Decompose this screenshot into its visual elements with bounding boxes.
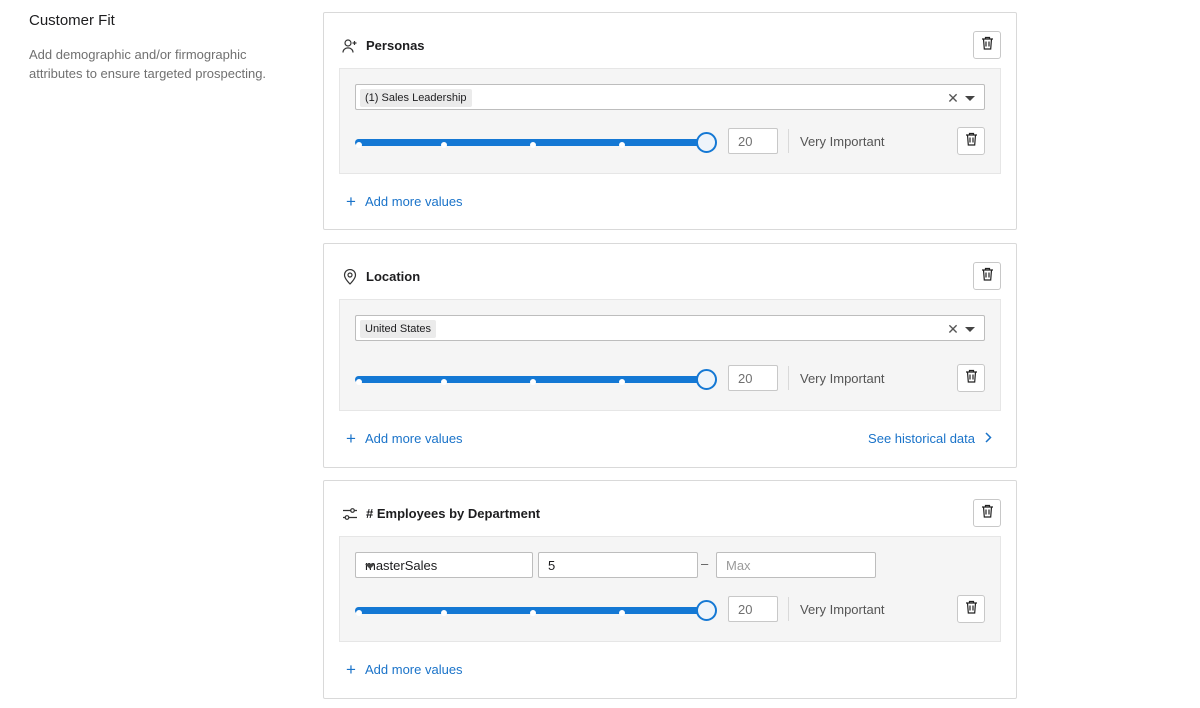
- location-select[interactable]: United States ✕: [355, 315, 985, 341]
- personas-value-panel: (1) Sales Leadership ✕ Very Important: [339, 68, 1001, 174]
- plus-icon: +: [346, 659, 356, 679]
- importance-slider[interactable]: [355, 369, 717, 390]
- slider-tick: [441, 378, 447, 385]
- trash-icon: [981, 504, 994, 523]
- importance-label: Very Important: [800, 602, 885, 617]
- add-more-values-link[interactable]: + Add more values: [345, 428, 463, 448]
- slider-thumb[interactable]: [696, 600, 717, 621]
- chevron-right-icon: [985, 431, 992, 446]
- trash-icon: [981, 36, 994, 55]
- employees-card-header: # Employees by Department: [341, 499, 1001, 529]
- add-more-label: Add more values: [365, 194, 463, 209]
- divider: [788, 597, 789, 621]
- slider-tick: [530, 378, 536, 385]
- importance-label: Very Important: [800, 134, 885, 149]
- person-add-icon: [341, 37, 359, 55]
- slider-tick: [441, 609, 447, 616]
- chevron-down-icon: [365, 564, 375, 569]
- department-value: masterSales: [365, 558, 438, 573]
- slider-thumb[interactable]: [696, 132, 717, 153]
- plus-icon: +: [346, 428, 356, 448]
- slider-tick: [619, 609, 625, 616]
- location-weight-row: Very Important: [355, 364, 985, 393]
- weight-input[interactable]: [728, 128, 778, 154]
- delete-personas-button[interactable]: [973, 31, 1001, 59]
- importance-label: Very Important: [800, 371, 885, 386]
- slider-tick: [530, 141, 536, 148]
- location-card: Location United States ✕ 20 Very Importa…: [323, 243, 1017, 468]
- divider: [788, 366, 789, 390]
- add-more-values-link[interactable]: + Add more values: [345, 659, 463, 679]
- section-description: Add demographic and/or firmographic attr…: [29, 47, 267, 81]
- add-more-values-link[interactable]: + Add more values: [345, 191, 463, 211]
- clear-icon[interactable]: ✕: [946, 320, 960, 338]
- section-title: Customer Fit: [29, 12, 115, 29]
- department-select[interactable]: masterSales: [355, 552, 533, 578]
- slider-tick: [619, 378, 625, 385]
- plus-icon: +: [346, 191, 356, 211]
- selected-tag: (1) Sales Leadership: [360, 89, 472, 107]
- trash-icon: [965, 369, 978, 388]
- employees-value-panel: masterSales – Very Important: [339, 536, 1001, 642]
- employees-card: # Employees by Department masterSales –: [323, 480, 1017, 699]
- divider: [788, 129, 789, 153]
- range-separator: –: [701, 556, 709, 571]
- min-employees-input[interactable]: [538, 552, 698, 578]
- personas-weight-row: Very Important: [355, 127, 985, 156]
- sliders-icon: [341, 505, 359, 523]
- delete-employees-button[interactable]: [973, 499, 1001, 527]
- see-historical-data-link[interactable]: See historical data: [868, 431, 992, 446]
- location-value-panel: United States ✕ Very Important: [339, 299, 1001, 411]
- trash-icon: [965, 600, 978, 619]
- weight-input[interactable]: [728, 596, 778, 622]
- selected-tag: United States: [360, 320, 437, 338]
- delete-value-button[interactable]: [957, 364, 985, 392]
- slider-track: [355, 139, 707, 148]
- slider-track: [355, 607, 707, 616]
- employees-title: # Employees by Department: [366, 506, 541, 521]
- personas-card: Personas (1) Sales Leadership ✕ 20 Very …: [323, 12, 1017, 230]
- delete-location-button[interactable]: [973, 262, 1001, 290]
- slider-thumb[interactable]: [696, 369, 717, 390]
- weight-input[interactable]: [728, 365, 778, 391]
- add-more-label: Add more values: [365, 662, 463, 677]
- slider-tick: [441, 141, 447, 148]
- importance-slider[interactable]: [355, 600, 717, 621]
- slider-track: [355, 376, 707, 385]
- location-card-header: Location: [341, 262, 1001, 292]
- employees-weight-row: Very Important: [355, 595, 985, 624]
- trash-icon: [965, 132, 978, 151]
- personas-select[interactable]: (1) Sales Leadership ✕: [355, 84, 985, 110]
- historical-label: See historical data: [868, 431, 975, 446]
- location-title: Location: [366, 269, 421, 284]
- delete-value-button[interactable]: [957, 595, 985, 623]
- slider-tick: [356, 609, 362, 616]
- add-more-label: Add more values: [365, 431, 463, 446]
- slider-tick: [619, 141, 625, 148]
- chevron-down-icon[interactable]: [965, 96, 975, 101]
- personas-title: Personas: [366, 38, 425, 53]
- trash-icon: [981, 267, 994, 286]
- clear-icon[interactable]: ✕: [946, 89, 960, 107]
- importance-slider[interactable]: [355, 132, 717, 153]
- max-employees-input[interactable]: [716, 552, 876, 578]
- delete-value-button[interactable]: [957, 127, 985, 155]
- slider-tick: [356, 141, 362, 148]
- location-pin-icon: [341, 268, 359, 286]
- slider-tick: [356, 378, 362, 385]
- slider-tick: [530, 609, 536, 616]
- chevron-down-icon[interactable]: [965, 327, 975, 332]
- personas-card-header: Personas: [341, 31, 1001, 61]
- section-info: Customer Fit Add demographic and/or firm…: [29, 12, 299, 83]
